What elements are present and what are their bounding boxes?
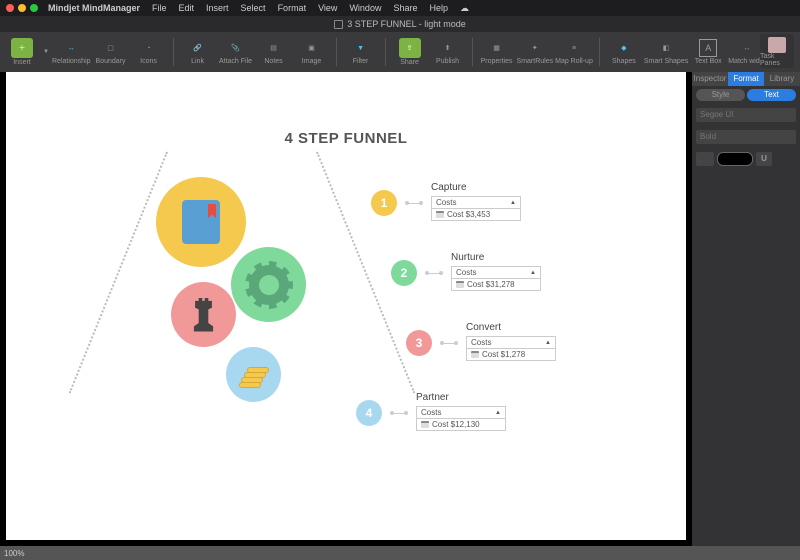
calculator-icon xyxy=(471,351,479,358)
format-subtabs: Style Text xyxy=(696,89,796,101)
toolbar: ＋Insert ▼ ↔Relationship ▢Boundary ◔Icons… xyxy=(0,32,800,72)
format-panel: Inspector Format Library Style Text Sego… xyxy=(692,72,800,546)
smartshapes-button[interactable]: ◧Smart Shapes xyxy=(644,34,688,70)
close-icon[interactable] xyxy=(6,4,14,12)
calculator-icon xyxy=(456,281,464,288)
step-node-1[interactable]: 1 Capture Costs▲ Cost $3,453 xyxy=(371,182,521,221)
tab-library[interactable]: Library xyxy=(764,72,800,86)
menu-share[interactable]: Share xyxy=(389,3,421,13)
font-size-field[interactable] xyxy=(696,152,714,166)
font-weight-field[interactable]: Bold xyxy=(696,130,796,144)
status-bar: 100% xyxy=(0,546,800,560)
connector-icon xyxy=(392,413,406,414)
task-panes-button[interactable]: Task Panes xyxy=(760,34,794,68)
relationship-button[interactable]: ↔Relationship xyxy=(52,34,91,70)
notes-button[interactable]: ▤Notes xyxy=(256,34,292,70)
connector-icon xyxy=(407,203,421,204)
stage-circle-nurture[interactable] xyxy=(231,247,306,322)
map-title[interactable]: 4 STEP FUNNEL xyxy=(6,130,686,147)
filter-button[interactable]: ▼Filter xyxy=(343,34,379,70)
collapse-icon[interactable]: ▲ xyxy=(495,410,501,416)
map-canvas[interactable]: 4 STEP FUNNEL 1 Capture Costs▲ Cost $3,4… xyxy=(6,72,686,540)
menu-help[interactable]: Help xyxy=(425,3,452,13)
costs-box[interactable]: Costs▲ Cost $1,278 xyxy=(466,336,556,361)
rook-icon xyxy=(192,298,216,332)
stage-circle-convert[interactable] xyxy=(171,282,236,347)
text-color-swatch[interactable] xyxy=(717,152,753,166)
step-label[interactable]: Nurture xyxy=(451,252,541,263)
task-panes-icon xyxy=(768,37,786,53)
menu-view[interactable]: View xyxy=(314,3,341,13)
menubar: Mindjet MindManager File Edit Insert Sel… xyxy=(0,0,800,16)
underline-button[interactable]: U xyxy=(756,152,772,166)
step-label[interactable]: Partner xyxy=(416,392,506,403)
window-controls[interactable] xyxy=(6,4,38,12)
font-family-field[interactable]: Segoe UI xyxy=(696,108,796,122)
collapse-icon[interactable]: ▲ xyxy=(545,340,551,346)
costs-box[interactable]: Costs▲ Cost $31,278 xyxy=(451,266,541,291)
step-node-4[interactable]: 4 Partner Costs▲ Cost $12,130 xyxy=(356,392,506,431)
insert-button[interactable]: ＋Insert xyxy=(4,34,40,70)
calculator-icon xyxy=(436,211,444,218)
connector-icon xyxy=(442,343,456,344)
subtab-style[interactable]: Style xyxy=(696,89,745,101)
step-number-4: 4 xyxy=(356,400,382,426)
menu-file[interactable]: File xyxy=(148,3,171,13)
step-label[interactable]: Capture xyxy=(431,182,521,193)
textbox-button[interactable]: AText Box xyxy=(690,34,726,70)
collapse-icon[interactable]: ▲ xyxy=(530,270,536,276)
boundary-button[interactable]: ▢Boundary xyxy=(93,34,129,70)
subtab-text[interactable]: Text xyxy=(747,89,796,101)
tab-format[interactable]: Format xyxy=(728,72,764,86)
properties-button[interactable]: ▦Properties xyxy=(479,34,515,70)
document-icon xyxy=(334,20,343,29)
smartrules-button[interactable]: ✦SmartRules xyxy=(517,34,554,70)
menu-edit[interactable]: Edit xyxy=(175,3,199,13)
step-number-1: 1 xyxy=(371,190,397,216)
insert-dropdown[interactable]: ▼ xyxy=(42,43,50,61)
zoom-icon[interactable] xyxy=(30,4,38,12)
document-titlebar: 3 STEP FUNNEL - light mode xyxy=(0,16,800,32)
connector-icon xyxy=(427,273,441,274)
maprollup-button[interactable]: ≡Map Roll-up xyxy=(555,34,593,70)
canvas-area[interactable]: 4 STEP FUNNEL 1 Capture Costs▲ Cost $3,4… xyxy=(0,72,692,546)
step-label[interactable]: Convert xyxy=(466,322,556,333)
panel-tabs: Inspector Format Library xyxy=(692,72,800,86)
step-node-3[interactable]: 3 Convert Costs▲ Cost $1,278 xyxy=(406,322,556,361)
step-node-2[interactable]: 2 Nurture Costs▲ Cost $31,278 xyxy=(391,252,541,291)
costs-box[interactable]: Costs▲ Cost $3,453 xyxy=(431,196,521,221)
link-button[interactable]: 🔗Link xyxy=(180,34,216,70)
publish-button[interactable]: ⬆Publish xyxy=(430,34,466,70)
stage-circle-capture[interactable] xyxy=(156,177,246,267)
funnel-edge-left xyxy=(69,152,168,394)
calculator-icon xyxy=(421,421,429,428)
icons-button[interactable]: ◔Icons xyxy=(131,34,167,70)
coins-icon xyxy=(239,362,269,388)
image-button[interactable]: ▣Image xyxy=(294,34,330,70)
tab-inspector[interactable]: Inspector xyxy=(692,72,728,86)
stage-circle-partner[interactable] xyxy=(226,347,281,402)
gear-icon xyxy=(249,265,289,305)
minimize-icon[interactable] xyxy=(18,4,26,12)
menu-window[interactable]: Window xyxy=(345,3,385,13)
app-name: Mindjet MindManager xyxy=(48,3,140,13)
zoom-level[interactable]: 100% xyxy=(4,549,24,558)
document-title: 3 STEP FUNNEL - light mode xyxy=(347,19,466,29)
shapes-button[interactable]: ◆Shapes xyxy=(606,34,642,70)
share-button[interactable]: ⇪Share xyxy=(392,34,428,70)
menu-select[interactable]: Select xyxy=(237,3,270,13)
collapse-icon[interactable]: ▲ xyxy=(510,200,516,206)
cloud-icon[interactable]: ☁ xyxy=(460,3,469,14)
attach-file-button[interactable]: 📎Attach File xyxy=(218,34,254,70)
step-number-3: 3 xyxy=(406,330,432,356)
book-icon xyxy=(182,200,220,244)
menu-insert[interactable]: Insert xyxy=(202,3,233,13)
menu-format[interactable]: Format xyxy=(274,3,311,13)
step-number-2: 2 xyxy=(391,260,417,286)
costs-box[interactable]: Costs▲ Cost $12,130 xyxy=(416,406,506,431)
